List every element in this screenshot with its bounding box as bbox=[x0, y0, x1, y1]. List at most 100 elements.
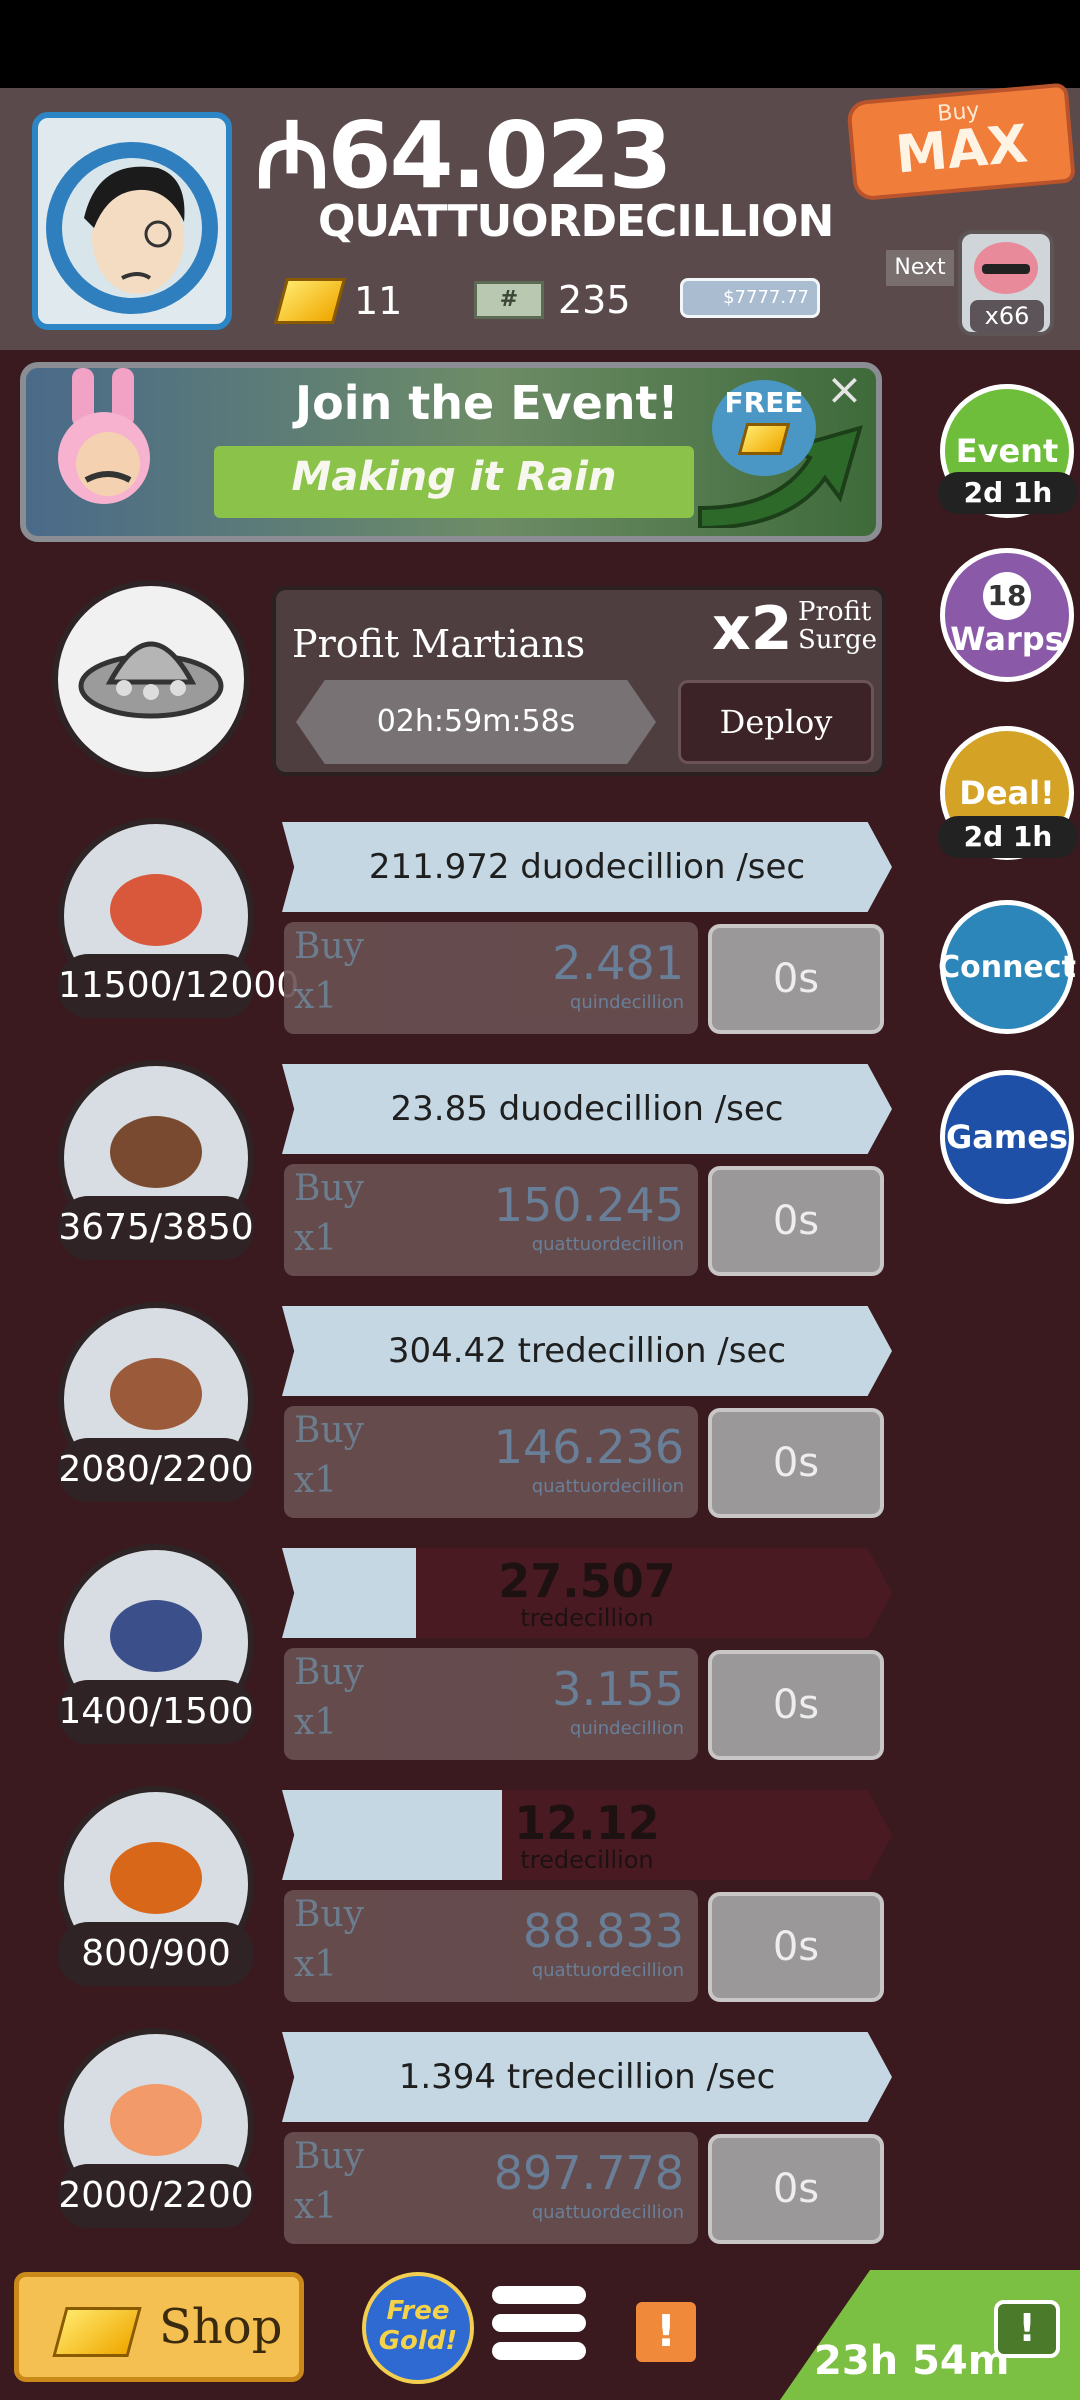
manager-timer-button[interactable]: 0s bbox=[708, 1166, 884, 1276]
money-unit: QUATTUORDECILLION bbox=[318, 196, 834, 247]
manager-timer-button[interactable]: 0s bbox=[708, 1408, 884, 1518]
capitalist-portrait-icon bbox=[46, 142, 218, 314]
deal-label: Deal! bbox=[959, 774, 1055, 812]
event-title: Join the Event! bbox=[295, 376, 679, 430]
buy-button[interactable]: Buy x1 150.245 quattuordecillion bbox=[284, 1164, 698, 1276]
business-rate: 1.394 tredecillion /sec bbox=[282, 2032, 892, 2122]
close-icon[interactable]: × bbox=[826, 364, 863, 415]
alert-icon[interactable]: ! bbox=[636, 2302, 696, 2362]
free-gold-label: Free Gold! bbox=[378, 2296, 458, 2356]
martians-timer: 02h:59m:58s bbox=[296, 680, 656, 764]
surge-line2: Surge bbox=[798, 625, 878, 655]
gold-count: 11 bbox=[354, 279, 403, 323]
games-button[interactable]: Games bbox=[940, 1070, 1074, 1204]
manager-timer-button[interactable]: 0s bbox=[708, 2134, 884, 2244]
money-display: ₼64.023 bbox=[255, 110, 673, 202]
buy-button[interactable]: Buy x1 88.833 quattuordecillion bbox=[284, 1890, 698, 2002]
business-count: 1400/1500 bbox=[58, 1680, 254, 1744]
connect-label: Connect bbox=[938, 949, 1076, 985]
buy-quantity: x1 bbox=[294, 1944, 338, 1985]
deal-timer: 2d 1h bbox=[938, 816, 1078, 858]
buy-price: 2.481 bbox=[552, 936, 684, 990]
buy-price-unit: quindecillion bbox=[569, 1718, 684, 1739]
business-count: 11500/12000 bbox=[58, 954, 299, 1018]
gold-icon bbox=[52, 2307, 142, 2357]
free-badge-label: FREE bbox=[724, 386, 804, 419]
currency-symbol: ₼ bbox=[255, 102, 330, 209]
business-progress-value: 12.12 bbox=[514, 1796, 660, 1850]
business-count: 800/900 bbox=[58, 1922, 254, 1986]
next-multiplier: x66 bbox=[970, 300, 1044, 332]
gold-icon bbox=[737, 423, 791, 455]
free-badge: FREE bbox=[712, 380, 816, 476]
buy-price-unit: quattuordecillion bbox=[531, 1234, 684, 1255]
bunny-capitalist-icon bbox=[58, 368, 150, 504]
buy-price: 897.778 bbox=[493, 2146, 684, 2200]
buy-price: 150.245 bbox=[493, 1178, 684, 1232]
business-count: 3675/3850 bbox=[58, 1196, 254, 1260]
buy-label: Buy bbox=[294, 1410, 364, 1451]
tv-icon[interactable]: ! bbox=[994, 2300, 1060, 2358]
buy-price-unit: quattuordecillion bbox=[531, 1476, 684, 1497]
business-rate: 304.42 tredecillion /sec bbox=[282, 1306, 892, 1396]
menu-icon-line bbox=[492, 2314, 586, 2332]
buy-price: 146.236 bbox=[493, 1420, 684, 1474]
warps-count: 18 bbox=[983, 572, 1031, 620]
warps-label: Warps bbox=[950, 620, 1064, 658]
deploy-button[interactable]: Deploy bbox=[678, 680, 874, 764]
warps-button[interactable]: 18 Warps bbox=[940, 548, 1074, 682]
megabucks-icon: $7777.77 bbox=[680, 278, 820, 318]
surge-line1: Profit bbox=[798, 597, 872, 627]
buy-button[interactable]: Buy x1 3.155 quindecillion bbox=[284, 1648, 698, 1760]
menu-button[interactable] bbox=[492, 2286, 586, 2376]
status-bar bbox=[0, 0, 1080, 88]
business-progress-unit: tredecillion bbox=[520, 1846, 654, 1874]
connect-button[interactable]: Connect bbox=[938, 900, 1076, 1034]
brain-icon bbox=[974, 242, 1038, 294]
buy-price-unit: quattuordecillion bbox=[531, 1960, 684, 1981]
business-count: 2080/2200 bbox=[58, 1438, 254, 1502]
menu-icon bbox=[492, 2286, 586, 2304]
manager-timer-button[interactable]: 0s bbox=[708, 924, 884, 1034]
money-value: 64.023 bbox=[327, 102, 673, 209]
surge-multiplier: x2 bbox=[712, 594, 793, 664]
buy-label: Buy bbox=[294, 926, 364, 967]
megabucks-counter[interactable]: $7777.77 bbox=[680, 278, 820, 318]
buy-price-unit: quindecillion bbox=[569, 992, 684, 1013]
buy-max-button[interactable]: Buy MAX bbox=[846, 82, 1076, 202]
buy-button[interactable]: Buy x1 2.481 quindecillion bbox=[284, 922, 698, 1034]
shop-label: Shop bbox=[159, 2299, 283, 2355]
bills-counter[interactable]: # 235 bbox=[474, 278, 631, 322]
business-progress-unit: tredecillion bbox=[520, 1604, 654, 1632]
megabucks-value: $7777.77 bbox=[723, 287, 809, 308]
buy-quantity: x1 bbox=[294, 1218, 338, 1259]
ufo-icon[interactable] bbox=[52, 580, 250, 778]
buy-quantity: x1 bbox=[294, 976, 338, 1017]
buy-price: 88.833 bbox=[523, 1904, 684, 1958]
event-timer: 2d 1h bbox=[938, 472, 1078, 514]
gold-counter[interactable]: 11 bbox=[273, 278, 403, 324]
buy-price-unit: quattuordecillion bbox=[531, 2202, 684, 2223]
business-progress-value: 27.507 bbox=[498, 1554, 676, 1608]
buy-quantity: x1 bbox=[294, 2186, 338, 2227]
ad-timer: 23h 54m bbox=[814, 2338, 1010, 2384]
shop-button[interactable]: Shop bbox=[14, 2272, 304, 2382]
business-rate: 23.85 duodecillion /sec bbox=[282, 1064, 892, 1154]
event-name: Making it Rain bbox=[291, 454, 617, 500]
bills-count: 235 bbox=[558, 278, 631, 322]
buy-button[interactable]: Buy x1 897.778 quattuordecillion bbox=[284, 2132, 698, 2244]
buy-label: Buy bbox=[294, 2136, 364, 2177]
menu-icon-line bbox=[492, 2342, 586, 2360]
martians-title: Profit Martians bbox=[292, 622, 586, 666]
martian-ufo-icon bbox=[78, 641, 224, 719]
avatar[interactable] bbox=[32, 112, 232, 330]
business-rate: 211.972 duodecillion /sec bbox=[282, 822, 892, 912]
manager-timer-button[interactable]: 0s bbox=[708, 1892, 884, 2002]
buy-price: 3.155 bbox=[552, 1662, 684, 1716]
manager-timer-button[interactable]: 0s bbox=[708, 1650, 884, 1760]
buy-label: Buy bbox=[294, 1652, 364, 1693]
free-gold-button[interactable]: Free Gold! bbox=[362, 2272, 474, 2384]
event-button-label: Event bbox=[955, 432, 1059, 470]
buy-quantity: x1 bbox=[294, 1460, 338, 1501]
buy-button[interactable]: Buy x1 146.236 quattuordecillion bbox=[284, 1406, 698, 1518]
